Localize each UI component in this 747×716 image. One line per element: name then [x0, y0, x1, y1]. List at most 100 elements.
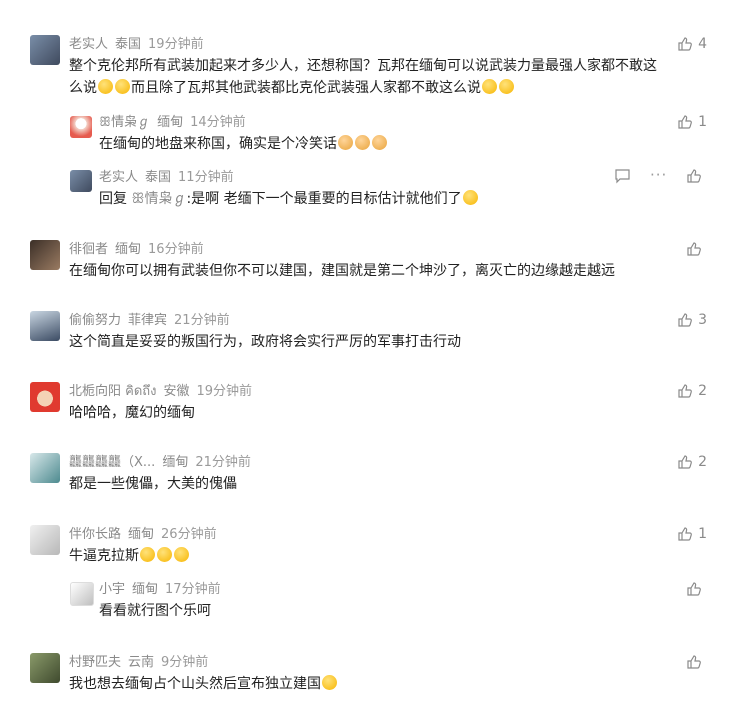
timestamp: 19分钟前	[148, 37, 204, 52]
avatar[interactable]	[30, 311, 60, 341]
laugh-emoji-icon	[499, 79, 514, 94]
location: 缅甸	[115, 242, 142, 257]
like-count: 4	[698, 36, 707, 52]
comment-meta: 北栀向阳 คิดถึง 安徽 19分钟前	[69, 384, 252, 400]
comment-meta: 龘龘龘龘（X... 缅甸 21分钟前	[69, 455, 251, 471]
comment-text-line: 在缅甸的地盘来称国，确实是个冷笑话	[99, 136, 337, 152]
party-emoji-icon	[157, 547, 172, 562]
timestamp: 21分钟前	[195, 455, 251, 470]
comment-text: 整个克伦邦所有武装加起来才多少人，还想称国？瓦邦在缅甸可以说武装力量最强人家都不…	[69, 55, 709, 99]
like-button[interactable]: 1	[677, 526, 707, 542]
comment-text: 都是一些傀儡，大美的傀儡	[69, 473, 237, 495]
avatar[interactable]	[30, 35, 60, 65]
avatar[interactable]	[30, 240, 60, 270]
comment-list: 老实人 泰国 19分钟前 整个克伦邦所有武装加起来才多少人，还想称国？瓦邦在缅甸可以…	[0, 0, 747, 716]
more-icon[interactable]: ···	[650, 166, 667, 184]
username[interactable]: ꕥ情枭ℊ	[99, 115, 150, 130]
reply-prefix: 回复	[99, 191, 127, 207]
reply-to-user[interactable]: ꕥ情枭ℊ	[131, 191, 186, 207]
thumbs-up-icon	[678, 527, 692, 541]
thumbs-up-icon	[687, 582, 701, 596]
like-count: 1	[698, 114, 707, 130]
like-count: 3	[698, 312, 707, 328]
username[interactable]: 偷偷努力	[69, 313, 121, 328]
like-button[interactable]: 2	[677, 454, 707, 470]
thumbs-up-icon	[687, 169, 701, 183]
timestamp: 11分钟前	[178, 170, 234, 185]
username[interactable]: 徘徊者	[69, 242, 108, 257]
username[interactable]: 北栀向阳 คิดถึง	[69, 384, 157, 399]
like-button[interactable]	[686, 581, 707, 597]
comment-icon[interactable]	[614, 168, 631, 188]
thumbs-up-icon	[678, 115, 692, 129]
comment-text-line: 这个简直是妥妥的叛国行为，政府将会实行严厉的军事打击行动	[69, 334, 461, 350]
comment-text: 回复 ꕥ情枭ℊ:是啊 老缅下一个最重要的目标估计就他们了	[99, 188, 479, 210]
avatar[interactable]	[30, 653, 60, 683]
comment-text: 牛逼克拉斯	[69, 545, 190, 567]
like-button[interactable]	[686, 241, 707, 257]
username[interactable]: 村野匹夫	[69, 655, 121, 670]
avatar[interactable]	[30, 453, 60, 483]
avatar[interactable]	[30, 525, 60, 555]
username[interactable]: 老实人	[99, 170, 138, 185]
location: 缅甸	[157, 115, 184, 130]
laugh-cry-emoji-icon	[115, 79, 130, 94]
laugh-cry-emoji-icon	[98, 79, 113, 94]
like-button[interactable]: 4	[677, 36, 707, 52]
comment-text-line: :是啊 老缅下一个最重要的目标估计就他们了	[186, 191, 462, 207]
location: 泰国	[145, 170, 172, 185]
comment-text-line: 哈哈哈，魔幻的缅甸	[69, 405, 195, 421]
like-button[interactable]	[686, 168, 707, 184]
comment-text: 我也想去缅甸占个山头然后宣布独立建国	[69, 673, 338, 695]
comment-meta: 偷偷努力 菲律宾 21分钟前	[69, 313, 230, 329]
username[interactable]: 龘龘龘龘（X...	[69, 455, 155, 470]
cat-emoji-icon	[372, 135, 387, 150]
like-button[interactable]	[686, 654, 707, 670]
like-count: 1	[698, 526, 707, 542]
comment-text-line: 看看就行图个乐呵	[99, 603, 211, 619]
comment-meta: 老实人 泰国 11分钟前	[99, 170, 234, 186]
avatar[interactable]	[70, 116, 92, 138]
avatar[interactable]	[70, 170, 92, 192]
thumbs-up-icon	[678, 37, 692, 51]
location: 缅甸	[132, 582, 159, 597]
thumbs-up-icon	[678, 384, 692, 398]
comment-text: 哈哈哈，魔幻的缅甸	[69, 402, 195, 424]
comment-text: 在缅甸的地盘来称国，确实是个冷笑话	[99, 133, 388, 155]
timestamp: 16分钟前	[148, 242, 204, 257]
party-emoji-icon	[140, 547, 155, 562]
thumbs-up-icon	[678, 455, 692, 469]
comment-text-line: 在缅甸你可以拥有武装但你不可以建国，建国就是第二个坤沙了，离灭亡的边缘越走越远	[69, 263, 615, 279]
timestamp: 9分钟前	[161, 655, 209, 670]
comment-text-line: 而且除了瓦邦其他武装都比克伦武装强人家都不敢这么说	[131, 80, 481, 96]
location: 菲律宾	[128, 313, 168, 328]
username[interactable]: 老实人	[69, 37, 108, 52]
comment-text: 在缅甸你可以拥有武装但你不可以建国，建国就是第二个坤沙了，离灭亡的边缘越走越远	[69, 260, 615, 282]
timestamp: 26分钟前	[161, 527, 217, 542]
username[interactable]: 伴你长路	[69, 527, 121, 542]
avatar[interactable]	[30, 382, 60, 412]
comment-meta: 小宇 缅甸 17分钟前	[99, 582, 221, 598]
like-button[interactable]: 3	[677, 312, 707, 328]
like-button[interactable]: 1	[677, 114, 707, 130]
like-count: 2	[698, 383, 707, 399]
timestamp: 19分钟前	[196, 384, 253, 399]
party-emoji-icon	[174, 547, 189, 562]
comment-text: 这个简直是妥妥的叛国行为，政府将会实行严厉的军事打击行动	[69, 331, 461, 353]
comment-meta: ꕥ情枭ℊ 缅甸 14分钟前	[99, 115, 246, 131]
comment-text-line: 么说	[69, 80, 97, 96]
timestamp: 14分钟前	[190, 115, 246, 130]
cat-emoji-icon	[338, 135, 353, 150]
avatar[interactable]	[70, 582, 94, 606]
location: 泰国	[115, 37, 142, 52]
comment-text-line: 牛逼克拉斯	[69, 548, 139, 564]
location: 安徽	[163, 384, 190, 399]
timestamp: 21分钟前	[174, 313, 230, 328]
comment-text-line: 都是一些傀儡，大美的傀儡	[69, 476, 237, 492]
comment-text-line: 整个克伦邦所有武装加起来才多少人，还想称国？瓦邦在缅甸可以说武装力量最强人家都不…	[69, 58, 657, 74]
like-button[interactable]: 2	[677, 383, 707, 399]
comment-meta: 伴你长路 缅甸 26分钟前	[69, 527, 217, 543]
username[interactable]: 小宇	[99, 582, 125, 597]
thumbs-up-icon	[687, 242, 701, 256]
comment-meta: 村野匹夫 云南 9分钟前	[69, 655, 208, 671]
